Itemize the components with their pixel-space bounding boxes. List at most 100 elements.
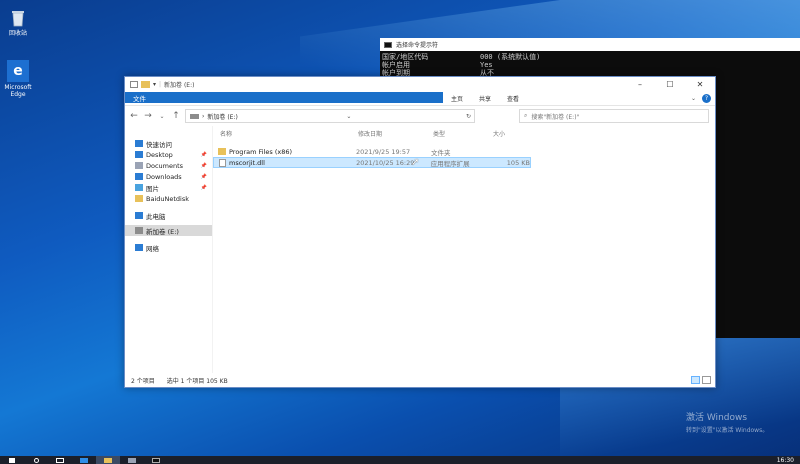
nav-item-label: BaiduNetdisk <box>146 194 189 203</box>
properties-icon[interactable] <box>130 81 138 88</box>
cmd-icon <box>384 41 392 48</box>
close-button[interactable]: ✕ <box>685 80 715 89</box>
navigation-pane: 快速访问 Desktop 📌 Documents 📌 Downloads 📌 图片 📌 Baidu… <box>125 126 213 373</box>
activate-windows-watermark: 激活 Windows 转到"设置"以激活 Windows。 <box>686 410 768 434</box>
column-date[interactable]: 修改日期 <box>358 129 433 138</box>
details-view-icon[interactable] <box>691 376 700 384</box>
network-icon <box>135 244 143 251</box>
file-name: mscorjit.dll <box>229 158 265 167</box>
item-count: 2 个项目 <box>131 377 155 385</box>
recycle-bin-icon <box>8 8 28 28</box>
back-arrow-icon[interactable]: ← <box>129 111 139 121</box>
task-view-icon[interactable] <box>48 456 72 464</box>
nav-item-label: 此电脑 <box>146 212 166 221</box>
pin-icon: 📌 <box>200 173 207 180</box>
column-header-row: 名称 修改日期 类型 大小 <box>213 126 715 140</box>
start-button[interactable] <box>0 456 24 464</box>
cmd-line-key: 国家/地区代码 <box>382 53 429 61</box>
divider: | <box>159 81 162 88</box>
up-arrow-icon[interactable]: ↑ <box>171 111 181 121</box>
status-bar: 2 个项目 选中 1 个项目 105 KB <box>125 373 715 387</box>
pin-icon: 📌 <box>200 162 207 169</box>
nav-item-desktop[interactable]: Desktop 📌 <box>125 149 212 160</box>
file-explorer-window[interactable]: ▾ | 新加卷 (E:) – ☐ ✕ 文件 主页 共享 查看 ⌄ ? ← → ⌄… <box>124 76 716 388</box>
nav-item-network[interactable]: 网络 <box>125 242 212 253</box>
dll-file-icon <box>219 158 226 167</box>
new-folder-icon[interactable] <box>141 81 150 88</box>
documents-icon <box>135 162 143 169</box>
this-pc-icon <box>135 212 143 219</box>
desktop-icon-edge[interactable]: e Microsoft Edge <box>3 60 33 98</box>
ribbon-tabs: 文件 主页 共享 查看 ⌄ ? <box>125 92 715 106</box>
maximize-button[interactable]: ☐ <box>655 80 685 89</box>
file-name: Program Files (x86) <box>229 147 293 156</box>
pictures-icon <box>135 184 143 191</box>
file-size: 105 KB <box>506 158 530 167</box>
drive-icon <box>190 113 199 119</box>
nav-item-star[interactable]: 快速访问 <box>125 138 212 149</box>
desktop-icon <box>135 151 143 158</box>
nav-item-downloads[interactable]: Downloads 📌 <box>125 171 212 182</box>
desktop-icon-recycle-bin[interactable]: 回收站 <box>3 8 33 37</box>
minimize-button[interactable]: – <box>625 80 655 89</box>
cmd-taskbar-icon[interactable] <box>144 456 168 464</box>
file-type: 应用程序扩展 <box>430 159 470 168</box>
tab-file[interactable]: 文件 <box>125 92 443 103</box>
nav-item-label: 快速访问 <box>146 140 172 149</box>
nav-item-label: 图片 <box>146 184 159 193</box>
tab-home[interactable]: 主页 <box>443 92 471 105</box>
explorer-taskbar-icon[interactable] <box>96 456 120 464</box>
column-size[interactable]: 大小 <box>493 129 533 138</box>
cmd-line-value: Yes <box>480 61 493 69</box>
cmd-title-bar[interactable]: 选择命令提示符 <box>380 38 800 51</box>
cmd-line-key: 帐户启用 <box>382 61 410 69</box>
tab-share[interactable]: 共享 <box>471 92 499 105</box>
file-date: 2021/10/25 16:29 <box>356 158 415 167</box>
search-icon[interactable] <box>24 456 48 464</box>
taskbar-clock[interactable]: 16:30 <box>777 457 800 464</box>
column-type[interactable]: 类型 <box>433 129 493 138</box>
nav-item-folder[interactable]: BaiduNetdisk <box>125 193 212 204</box>
refresh-icon[interactable]: ↻ <box>466 113 474 120</box>
nav-item-label: Documents <box>146 161 184 170</box>
activate-subtitle: 转到"设置"以激活 Windows。 <box>686 427 769 434</box>
nav-item-label: 网络 <box>146 244 159 253</box>
edge-taskbar-icon[interactable] <box>72 456 96 464</box>
desktop-icon-label: 回收站 <box>8 30 27 37</box>
file-type: 文件夹 <box>431 148 451 157</box>
folder-icon <box>135 195 143 202</box>
column-name[interactable]: 名称 <box>220 129 358 138</box>
toolbar-dropdown-icon[interactable]: ▾ <box>153 81 156 88</box>
address-bar[interactable]: › 新加卷 (E:) ⌄ ↻ <box>185 109 475 123</box>
nav-item-label: Downloads <box>146 172 182 181</box>
breadcrumb-current[interactable]: 新加卷 (E:) <box>207 112 237 121</box>
help-icon[interactable]: ? <box>702 94 711 103</box>
file-row-selected[interactable]: mscorjit.dll 2021/10/25 16:29 应用程序扩展 105… <box>213 157 531 168</box>
pin-icon: 📌 <box>200 151 207 158</box>
activate-title: 激活 Windows <box>686 413 748 423</box>
downloads-icon <box>135 173 143 180</box>
edge-icon: e <box>7 60 29 82</box>
nav-item-drive[interactable]: 新加卷 (E:) <box>125 225 212 236</box>
file-row[interactable]: Program Files (x86) 2021/9/25 19:57 文件夹 <box>213 146 531 157</box>
drive-icon <box>135 227 143 234</box>
cmd-line: 帐户启用 Yes <box>382 61 798 69</box>
tab-view[interactable]: 查看 <box>499 92 527 105</box>
quick-access-toolbar: ▾ | 新加卷 (E:) <box>125 80 194 89</box>
forward-arrow-icon[interactable]: → <box>143 111 153 121</box>
large-icons-view-icon[interactable] <box>702 376 711 384</box>
star-icon <box>135 140 143 147</box>
recent-dropdown-icon[interactable]: ⌄ <box>157 113 167 120</box>
search-box[interactable]: ⌕ 搜索"新加卷 (E:)" <box>519 109 709 123</box>
nav-item-pictures[interactable]: 图片 📌 <box>125 182 212 193</box>
expand-ribbon-icon[interactable]: ⌄ <box>691 95 696 102</box>
nav-item-this-pc[interactable]: 此电脑 <box>125 210 212 221</box>
address-dropdown-icon[interactable]: ⌄ <box>346 113 357 120</box>
explorer-title-bar[interactable]: ▾ | 新加卷 (E:) – ☐ ✕ <box>125 77 715 92</box>
nav-item-documents[interactable]: Documents 📌 <box>125 160 212 171</box>
file-list: 名称 修改日期 类型 大小 Program Files (x86) 2021/9… <box>213 126 715 373</box>
store-taskbar-icon[interactable] <box>120 456 144 464</box>
cmd-line-value: 000 (系统默认值) <box>480 53 541 61</box>
search-icon: ⌕ <box>524 112 528 119</box>
window-title: 新加卷 (E:) <box>164 82 195 89</box>
